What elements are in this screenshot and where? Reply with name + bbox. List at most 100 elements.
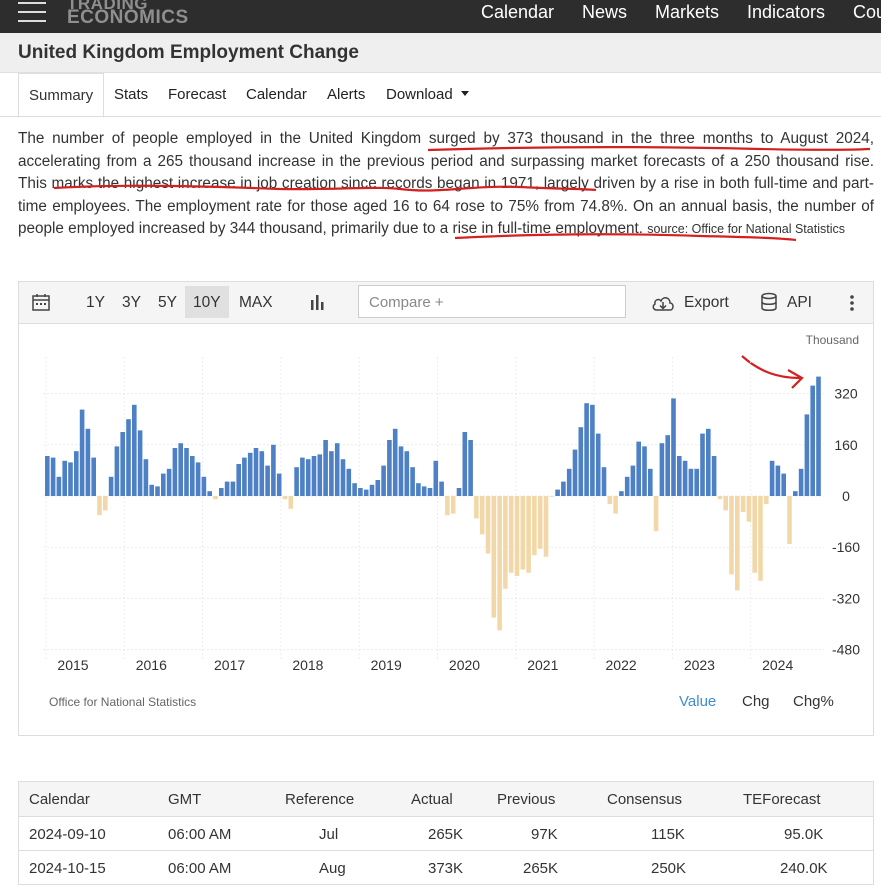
chart-bar[interactable] — [85, 428, 91, 496]
chart-bar[interactable] — [769, 460, 775, 496]
chart-bar[interactable] — [114, 446, 120, 496]
chart-bar[interactable] — [276, 473, 282, 496]
tab-calendar[interactable]: Calendar — [246, 86, 307, 103]
chart-bar[interactable] — [456, 488, 462, 496]
chart-bar[interactable] — [572, 449, 578, 496]
chart-bar[interactable] — [247, 452, 253, 496]
chart-bar[interactable] — [219, 488, 224, 496]
chart-bar[interactable] — [758, 496, 763, 581]
chart-bar[interactable] — [427, 488, 433, 496]
chart-bar[interactable] — [526, 496, 531, 573]
chart-bar[interactable] — [207, 491, 212, 496]
chart-bar[interactable] — [433, 460, 439, 496]
tab-stats[interactable]: Stats — [114, 86, 148, 103]
chart-bar[interactable] — [172, 448, 178, 496]
chart-bar[interactable] — [300, 457, 305, 496]
chart-bar[interactable] — [155, 486, 160, 496]
chart-bar[interactable] — [462, 432, 468, 496]
chart-bar[interactable] — [50, 457, 56, 496]
chart-bar[interactable] — [810, 385, 815, 496]
chart-bar[interactable] — [723, 496, 728, 511]
chart-bar[interactable] — [665, 435, 670, 496]
chart-bar[interactable] — [79, 409, 85, 496]
chart-bar[interactable] — [729, 496, 734, 575]
chart-bar[interactable] — [624, 476, 630, 496]
chart-bar[interactable] — [259, 451, 265, 496]
chart-bar[interactable] — [566, 468, 572, 496]
chart-bar[interactable] — [549, 496, 555, 497]
chart-bar[interactable] — [671, 398, 676, 496]
chart-bar[interactable] — [503, 496, 508, 589]
chart-bar[interactable] — [236, 464, 241, 496]
chart-bar[interactable] — [439, 481, 444, 496]
chart-bar[interactable] — [317, 454, 323, 496]
chart-bar[interactable] — [636, 441, 641, 496]
chart-bar[interactable] — [305, 459, 311, 496]
chart-bar[interactable] — [340, 459, 346, 496]
chart-bar[interactable] — [149, 484, 154, 496]
chart-bar[interactable] — [711, 456, 717, 496]
chart-bar[interactable] — [213, 496, 218, 500]
chart-bar[interactable] — [282, 496, 288, 500]
chart-bar[interactable] — [178, 443, 183, 496]
chart-bar[interactable] — [613, 496, 618, 514]
chart-bar[interactable] — [352, 483, 357, 496]
chart-bar[interactable] — [787, 496, 792, 544]
chart-bar[interactable] — [700, 433, 705, 496]
chart-bar[interactable] — [474, 496, 479, 519]
chart-bar[interactable] — [195, 462, 201, 496]
chart-bar[interactable] — [537, 496, 543, 549]
chart-bar[interactable] — [595, 433, 601, 496]
chart-bar[interactable] — [688, 468, 694, 496]
chart-bar[interactable] — [659, 443, 665, 496]
logo[interactable]: TRADING ECONOMICS — [67, 0, 189, 27]
chart-bar[interactable] — [497, 496, 502, 631]
chart-bar[interactable] — [717, 496, 723, 500]
chart-bar[interactable] — [584, 403, 589, 496]
chart-bar[interactable] — [143, 459, 149, 496]
chart-bar[interactable] — [752, 496, 757, 573]
chart-bar[interactable] — [781, 473, 786, 496]
chart-bar[interactable] — [775, 465, 781, 496]
chart-bar[interactable] — [363, 489, 369, 496]
nav-markets[interactable]: Markets — [655, 2, 719, 23]
chart-bar[interactable] — [230, 481, 236, 496]
chart-bar[interactable] — [677, 456, 682, 496]
chart-bar[interactable] — [201, 476, 207, 496]
chart-bar[interactable] — [381, 465, 386, 496]
tab-forecast[interactable]: Forecast — [168, 86, 226, 103]
chart-bar[interactable] — [392, 428, 398, 496]
chart-bar[interactable] — [508, 496, 514, 573]
chart-bar[interactable] — [694, 468, 699, 496]
chart-bar[interactable] — [97, 496, 102, 516]
chart-bar[interactable] — [450, 496, 456, 514]
chart-bar[interactable] — [404, 451, 410, 496]
chart-bar[interactable] — [764, 496, 769, 504]
chart-bar[interactable] — [445, 496, 450, 516]
chart-bar[interactable] — [358, 488, 363, 496]
nav-indicators[interactable]: Indicators — [747, 2, 825, 23]
chart-bar[interactable] — [706, 428, 711, 496]
chart-bar[interactable] — [323, 440, 328, 496]
chart-bar[interactable] — [479, 496, 485, 535]
view-chg-tab[interactable]: Chg — [742, 693, 770, 710]
summary-source[interactable]: source: Office for National Statistics — [647, 222, 845, 236]
chart-bar[interactable] — [132, 404, 137, 496]
chart-bar[interactable] — [607, 496, 613, 504]
chart-bar[interactable] — [294, 467, 299, 496]
chart-bar[interactable] — [91, 457, 96, 496]
chart-bar[interactable] — [253, 448, 259, 496]
chart-bar[interactable] — [491, 496, 497, 618]
chart-bar[interactable] — [421, 486, 427, 496]
chart-bar[interactable] — [578, 427, 584, 496]
chart-bar[interactable] — [126, 419, 131, 496]
chart-bar[interactable] — [630, 465, 636, 496]
chart-bar[interactable] — [468, 440, 473, 496]
chart-bar[interactable] — [74, 451, 79, 496]
chart-bar[interactable] — [288, 496, 294, 509]
chart-bar[interactable] — [161, 473, 166, 496]
chart-bar[interactable] — [601, 467, 607, 496]
chart-bar[interactable] — [369, 484, 375, 496]
chart-bar[interactable] — [137, 430, 143, 496]
chart-bar[interactable] — [375, 480, 381, 496]
